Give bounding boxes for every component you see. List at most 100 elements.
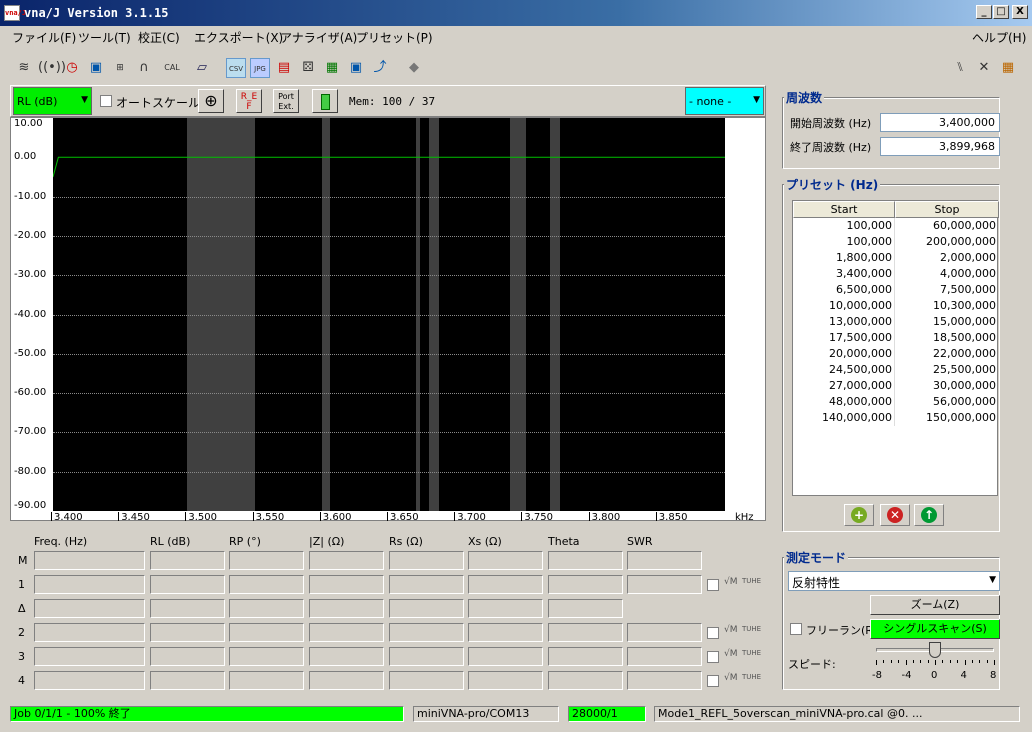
graph-icon[interactable]: ⤴ bbox=[370, 58, 390, 78]
app-icon: vna/J bbox=[4, 5, 26, 21]
preset-row[interactable]: 100,000 200,000,000 bbox=[793, 234, 999, 250]
readout-cell bbox=[389, 575, 464, 594]
x-tick-mark bbox=[387, 512, 388, 521]
preset-row[interactable]: 6,500,000 7,500,000 bbox=[793, 282, 999, 298]
preset-row[interactable]: 13,000,000 15,000,000 bbox=[793, 314, 999, 330]
preset-stop: 2,000,000 bbox=[940, 251, 996, 264]
readout-header: Theta bbox=[548, 535, 580, 548]
freerun-checkbox[interactable] bbox=[790, 623, 802, 635]
marker-min-icon[interactable]: √M bbox=[724, 673, 738, 683]
ref-button[interactable]: R_E F bbox=[236, 89, 262, 113]
tools-icon[interactable]: ✕ bbox=[974, 58, 994, 78]
delete-preset-button[interactable]: ✕ bbox=[880, 504, 910, 526]
save-icon[interactable]: ▣ bbox=[86, 58, 106, 78]
readout-cell bbox=[34, 671, 145, 690]
readout-header: SWR bbox=[627, 535, 653, 548]
menu-help[interactable]: ヘルプ(H) bbox=[972, 29, 1026, 46]
marker-min-icon[interactable]: √M bbox=[724, 649, 738, 659]
readout-cell bbox=[229, 647, 304, 666]
readout-cell bbox=[309, 623, 384, 642]
trace-select[interactable]: RL (dB) ▼ bbox=[13, 87, 92, 115]
mode-select[interactable]: 反射特性 ▼ bbox=[788, 571, 1000, 591]
maximize-button[interactable]: □ bbox=[993, 5, 1009, 19]
readout-header: Xs (Ω) bbox=[468, 535, 502, 548]
pdf-icon[interactable]: ▤ bbox=[274, 58, 294, 78]
speed-tick-mark bbox=[905, 660, 907, 665]
marker-min-icon[interactable]: √M bbox=[724, 625, 738, 635]
menu-export[interactable]: エクスポート(X) bbox=[194, 29, 283, 46]
preset-start: 140,000,000 bbox=[822, 411, 892, 424]
preset-row[interactable]: 27,000,000 30,000,000 bbox=[793, 378, 999, 394]
menu-tools[interactable]: ツール(T) bbox=[78, 29, 131, 46]
preset-start: 48,000,000 bbox=[829, 395, 892, 408]
memory-button[interactable] bbox=[312, 89, 338, 113]
open-folder-icon[interactable]: ▱ bbox=[192, 58, 212, 78]
marker-checkbox[interactable] bbox=[707, 579, 719, 591]
title-bar: vna/J vna/J Version 3.1.15 _ □ X bbox=[0, 0, 1032, 26]
single-scan-button[interactable]: シングルスキャン(S) bbox=[870, 619, 1000, 639]
preset-row[interactable]: 17,500,000 18,500,000 bbox=[793, 330, 999, 346]
port-ext-button[interactable]: Port Ext. bbox=[273, 89, 299, 113]
marker-min-icon[interactable]: √M bbox=[724, 577, 738, 587]
readout-row-label: 3 bbox=[18, 650, 25, 663]
preset-row[interactable]: 48,000,000 56,000,000 bbox=[793, 394, 999, 410]
freerun-label: フリーラン(R) bbox=[806, 624, 878, 637]
calibration-icon[interactable]: ⊞ bbox=[110, 58, 130, 78]
preset-row[interactable]: 1,800,000 2,000,000 bbox=[793, 250, 999, 266]
menu-file[interactable]: ファイル(F) bbox=[12, 29, 76, 46]
preset-row[interactable]: 100,000 60,000,000 bbox=[793, 218, 999, 234]
jpg-icon[interactable]: JPG bbox=[250, 58, 270, 78]
eraser-icon[interactable]: ◆ bbox=[404, 58, 424, 78]
analyzer-icon[interactable]: ∩ bbox=[134, 58, 154, 78]
preset-row[interactable]: 3,400,000 4,000,000 bbox=[793, 266, 999, 282]
minimize-button[interactable]: _ bbox=[976, 5, 992, 19]
x-tick-mark bbox=[454, 512, 456, 521]
csv-icon[interactable]: CSV bbox=[226, 58, 246, 78]
stop-freq-input[interactable]: 3,899,968 bbox=[880, 137, 1000, 156]
autoscale-checkbox[interactable] bbox=[100, 95, 112, 107]
marker-checkbox[interactable] bbox=[707, 627, 719, 639]
marker-checkbox[interactable] bbox=[707, 651, 719, 663]
clock-icon[interactable]: ◷ bbox=[62, 58, 82, 78]
plot-area[interactable] bbox=[53, 118, 725, 511]
antenna-icon[interactable]: ⑊ bbox=[950, 58, 970, 78]
speed-tick-mark bbox=[876, 660, 877, 665]
update-preset-button[interactable]: ↑ bbox=[914, 504, 944, 526]
speed-tick-mark bbox=[949, 660, 951, 663]
compare-select[interactable]: - none - ▼ bbox=[685, 87, 764, 115]
dice-icon[interactable]: ⚄ bbox=[298, 58, 318, 78]
menu-presets[interactable]: プリセット(P) bbox=[356, 29, 433, 46]
cal-icon[interactable]: CAL bbox=[162, 58, 182, 78]
speed-slider[interactable] bbox=[929, 642, 941, 658]
grid-icon[interactable]: ▦ bbox=[998, 58, 1018, 78]
start-freq-input[interactable]: 3,400,000 bbox=[880, 113, 1000, 132]
preset-row[interactable]: 24,500,000 25,500,000 bbox=[793, 362, 999, 378]
excel-icon[interactable]: ▦ bbox=[322, 58, 342, 78]
readout-cell bbox=[468, 575, 543, 594]
marker-tune-icon[interactable]: TUHE bbox=[742, 673, 761, 681]
menu-calibration[interactable]: 校正(C) bbox=[138, 29, 180, 46]
zoom-button[interactable]: ズーム(Z) bbox=[870, 595, 1000, 615]
menu-analyzer[interactable]: アナライザ(A) bbox=[280, 29, 357, 46]
marker-tune-icon[interactable]: TUHE bbox=[742, 577, 761, 585]
xml-icon[interactable]: ▣ bbox=[346, 58, 366, 78]
readout-row-label: 1 bbox=[18, 578, 25, 591]
scan-icon[interactable]: ≋ bbox=[14, 58, 34, 78]
smith-chart-icon: ⊕ bbox=[204, 91, 218, 110]
readout-cell bbox=[389, 671, 464, 690]
close-button[interactable]: X bbox=[1012, 5, 1028, 19]
preset-row[interactable]: 140,000,000 150,000,000 bbox=[793, 410, 999, 426]
preset-start: 24,500,000 bbox=[829, 363, 892, 376]
trace-line bbox=[53, 156, 725, 178]
marker-checkbox[interactable] bbox=[707, 675, 719, 687]
add-preset-button[interactable]: + bbox=[844, 504, 874, 526]
marker-tune-icon[interactable]: TUHE bbox=[742, 649, 761, 657]
wireless-icon[interactable]: ((•)) bbox=[38, 58, 66, 78]
presets-col-start[interactable]: Start bbox=[793, 201, 895, 218]
presets-col-stop[interactable]: Stop bbox=[895, 201, 999, 218]
preset-start: 20,000,000 bbox=[829, 347, 892, 360]
preset-row[interactable]: 20,000,000 22,000,000 bbox=[793, 346, 999, 362]
marker-tune-icon[interactable]: TUHE bbox=[742, 625, 761, 633]
preset-row[interactable]: 10,000,000 10,300,000 bbox=[793, 298, 999, 314]
smith-chart-button[interactable]: ⊕ bbox=[198, 89, 224, 113]
